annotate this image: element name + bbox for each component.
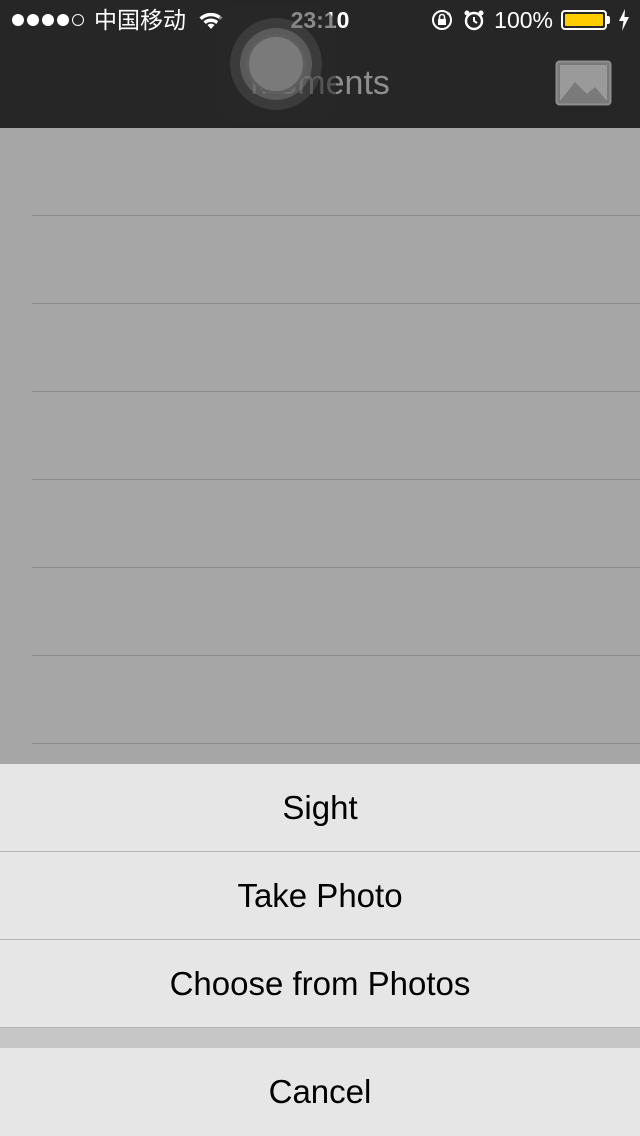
list-separator: [32, 391, 640, 392]
choose-from-photos-button[interactable]: Choose from Photos: [0, 940, 640, 1028]
status-right: 100%: [430, 0, 630, 40]
list-separator: [32, 303, 640, 304]
list-separator: [32, 479, 640, 480]
action-sheet: Sight Take Photo Choose from Photos Canc…: [0, 764, 640, 1136]
list-separator: [32, 743, 640, 744]
assistive-touch-button[interactable]: [216, 4, 336, 124]
list-separator: [32, 655, 640, 656]
header: 中国移动 23:10 100%: [0, 0, 640, 128]
alarm-icon: [464, 10, 484, 31]
take-photo-button[interactable]: Take Photo: [0, 852, 640, 940]
battery-icon: [561, 10, 610, 30]
battery-percent: 100%: [494, 7, 553, 33]
photo-icon[interactable]: [555, 60, 612, 106]
cancel-button[interactable]: Cancel: [0, 1048, 640, 1136]
sight-button[interactable]: Sight: [0, 764, 640, 852]
dimmed-content-list: [0, 128, 640, 764]
list-separator: [32, 215, 640, 216]
charging-icon: [619, 9, 629, 31]
list-separator: [32, 567, 640, 568]
orientation-lock-icon: [432, 10, 453, 30]
